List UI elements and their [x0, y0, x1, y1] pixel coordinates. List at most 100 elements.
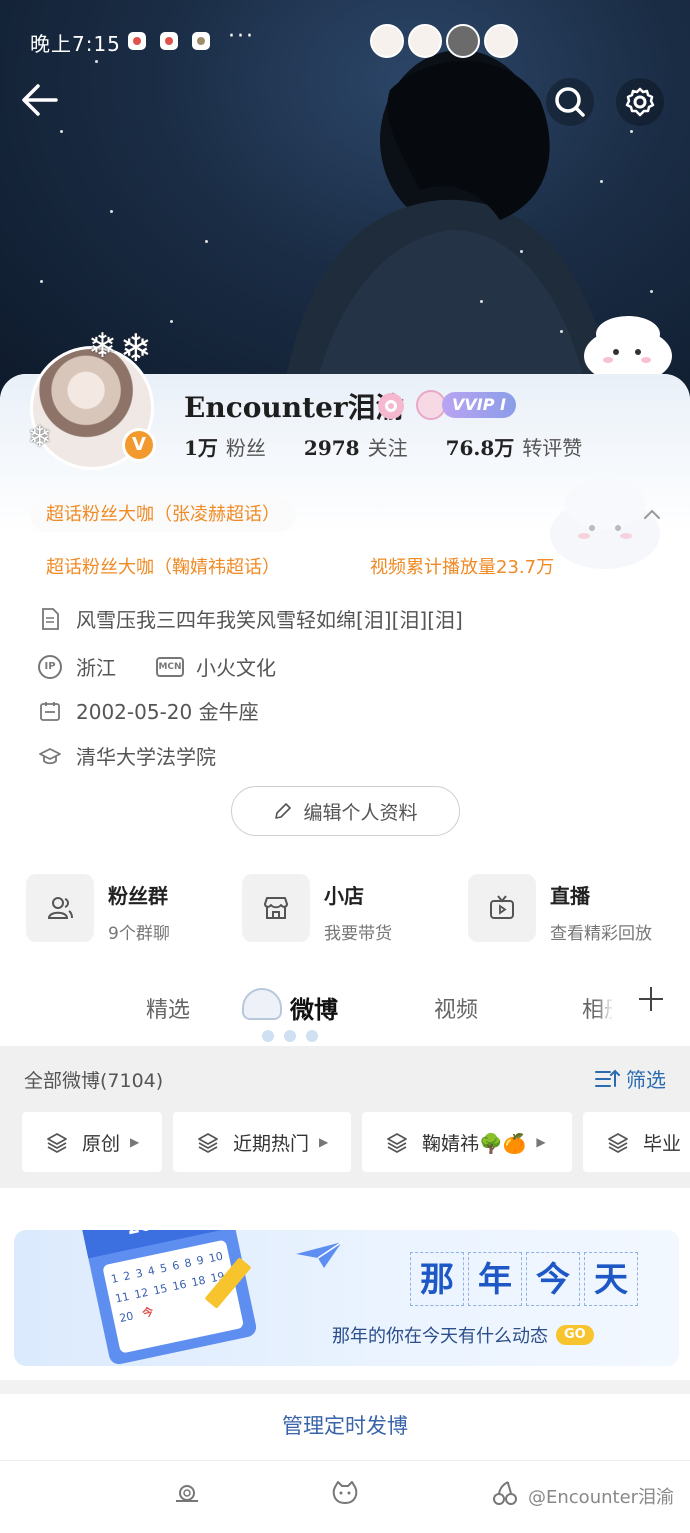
calendar-numbers: 1 2 3 4 5 6 8 9 10 11 12 15 16 18 19 20	[109, 1249, 226, 1326]
feature-live[interactable]: 直播 查看精彩回放	[468, 874, 652, 944]
filter-chip-label: 近期热门	[233, 1132, 310, 1155]
mcn-text[interactable]: 小火文化	[196, 652, 276, 681]
status-bar: 晚上7:15 ···	[0, 0, 690, 80]
feature-title: 小店	[324, 884, 364, 908]
snow-flake	[110, 210, 113, 213]
honor-chip[interactable]: 视频累计播放量23.7万	[370, 551, 554, 585]
calendar-icon	[38, 699, 62, 723]
filter-chip-hot[interactable]: 近期热门 ▶	[173, 1112, 351, 1172]
snow-flake	[520, 250, 523, 253]
cat-sticker-icon	[446, 24, 480, 58]
memory-title-char: 今	[526, 1252, 580, 1306]
manage-scheduled-section: 管理定时发博	[0, 1394, 690, 1460]
caret-right-icon: ▶	[130, 1135, 140, 1149]
graduation-cap-icon	[38, 744, 62, 768]
search-icon	[555, 87, 585, 117]
stat-value: 1万	[184, 436, 218, 460]
feature-fans-group[interactable]: 粉丝群 9个群聊	[26, 874, 170, 944]
filter-chip-label: 毕业	[643, 1132, 682, 1155]
pencil-icon	[275, 803, 292, 819]
notification-icon	[192, 32, 210, 50]
tab-featured[interactable]: 精选	[146, 992, 190, 1024]
feature-title: 粉丝群	[108, 884, 168, 908]
go-button[interactable]: GO	[556, 1325, 594, 1345]
filter-chip-tag[interactable]: 鞠婧祎🌳🍊 ▶	[362, 1112, 572, 1172]
fan-badge-icon[interactable]	[378, 393, 404, 419]
add-tab-button[interactable]	[612, 972, 690, 1032]
vvip-tag: VVIP I	[442, 392, 516, 418]
stat-likes[interactable]: 76.8万 转评赞	[446, 432, 583, 461]
manage-scheduled-posts-link[interactable]: 管理定时发博	[0, 1410, 690, 1440]
memory-title-char: 那	[410, 1252, 464, 1306]
edit-profile-label: 编辑个人资料	[303, 801, 418, 824]
vvip-badge[interactable]: VVIP I	[416, 389, 516, 421]
tab-video[interactable]: 视频	[434, 992, 478, 1024]
stat-followers[interactable]: 1万 粉丝	[184, 432, 266, 461]
watermark: @Encounter泪渝	[528, 1487, 675, 1508]
snow-flake	[170, 320, 173, 323]
bottom-bar: @Encounter泪渝	[0, 1460, 690, 1533]
chevron-up-icon[interactable]	[640, 503, 664, 527]
username: Encounter泪渝	[184, 391, 404, 424]
stat-value: 2978	[303, 436, 360, 460]
profile-stats: 1万 粉丝 2978 关注 76.8万 转评赞	[184, 432, 582, 461]
school-row: 清华大学法学院	[38, 741, 216, 770]
filter-icon	[595, 1069, 620, 1087]
paper-plane-icon	[296, 1241, 343, 1268]
filter-label: 筛选	[626, 1068, 666, 1092]
memory-title-char: 天	[584, 1252, 638, 1306]
calendar-today-mark: 今	[141, 1305, 155, 1321]
snow-flake	[40, 280, 43, 283]
cat-sticker-icon	[408, 24, 442, 58]
weibo-count: 全部微博(7104)	[24, 1070, 164, 1092]
snowflake-decoration-icon: ❄	[28, 420, 52, 453]
snail-icon[interactable]	[172, 1479, 202, 1507]
feature-title: 直播	[550, 884, 590, 908]
status-stickers	[370, 24, 530, 60]
layers-icon	[608, 1133, 628, 1153]
verified-badge: V	[122, 428, 156, 462]
snow-flake	[560, 330, 563, 333]
cat-face-icon[interactable]	[330, 1479, 360, 1507]
tab-mascot-icon	[242, 988, 282, 1020]
edit-profile-button[interactable]: 编辑个人资料	[231, 786, 460, 836]
birthday-row: 2002-05-20 金牛座	[38, 696, 259, 725]
ip-icon: IP	[38, 654, 62, 679]
search-button[interactable]	[546, 78, 594, 126]
school-text: 清华大学法学院	[76, 745, 216, 769]
filter-chip-graduation[interactable]: 毕业	[583, 1112, 690, 1172]
memory-section: 2023 1 2 3 4 5 6 8 9 10 11 12 15 16 18 1…	[0, 1188, 690, 1380]
live-tv-icon	[468, 874, 536, 942]
feature-shop[interactable]: 小店 我要带货	[242, 874, 392, 944]
snowflake-decoration-icon: ❄	[120, 326, 152, 370]
feature-shortcuts: 粉丝群 9个群聊 小店 我要带货 直播 查看精彩回放	[0, 838, 690, 948]
mcn-icon: MCN	[156, 656, 184, 677]
active-tab-indicator	[262, 1030, 318, 1042]
location-text: 浙江	[76, 656, 116, 680]
cherry-icon[interactable]	[490, 1479, 520, 1507]
layers-icon	[198, 1133, 218, 1153]
settings-button[interactable]	[616, 78, 664, 126]
bio-text: 风雪压我三四年我笑风雪轻如绵[泪][泪][泪]	[76, 608, 463, 632]
filter-chip-original[interactable]: 原创 ▶	[22, 1112, 162, 1172]
honor-chip[interactable]: 超话粉丝大咖（鞠婧祎超话）	[46, 551, 280, 585]
gear-icon	[625, 87, 655, 117]
stat-label: 粉丝	[225, 436, 266, 460]
snow-flake	[480, 300, 483, 303]
caret-right-icon: ▶	[536, 1135, 546, 1149]
filter-chip-label: 鞠婧祎🌳🍊	[422, 1132, 527, 1155]
plus-icon	[639, 987, 663, 1011]
back-arrow-icon[interactable]	[18, 78, 66, 122]
status-time: 晚上7:15	[30, 32, 121, 56]
bio-row: 风雪压我三四年我笑风雪轻如绵[泪][泪][泪]	[38, 604, 463, 633]
tab-weibo[interactable]: 微博	[290, 990, 338, 1025]
caret-right-icon: ▶	[319, 1135, 329, 1149]
bunny-sticker-icon	[484, 24, 518, 58]
memory-banner[interactable]: 2023 1 2 3 4 5 6 8 9 10 11 12 15 16 18 1…	[14, 1230, 679, 1366]
status-more-dots: ···	[228, 24, 255, 49]
feature-subtitle: 我要带货	[324, 924, 392, 944]
stat-following[interactable]: 2978 关注	[304, 432, 408, 461]
honor-chip[interactable]: 超话粉丝大咖（张凌赫超话）	[30, 498, 296, 532]
filter-button[interactable]: 筛选	[594, 1064, 666, 1093]
snow-flake	[600, 180, 603, 183]
